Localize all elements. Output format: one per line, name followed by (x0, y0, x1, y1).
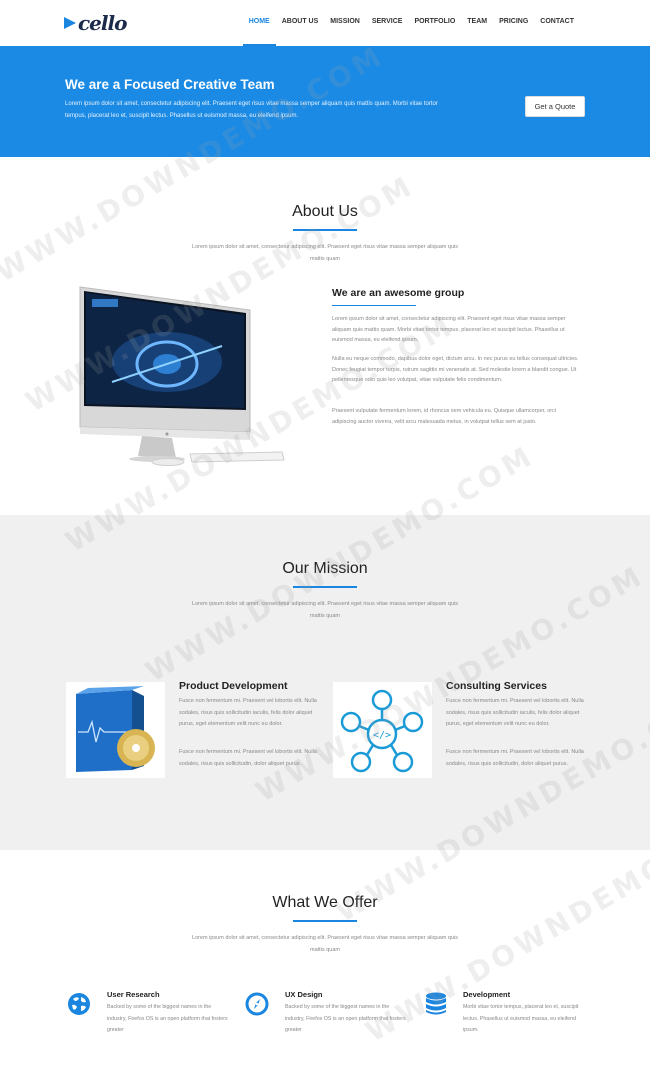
compass-icon (245, 992, 269, 1016)
about-paragraph-1: Lorem ipsum dolor sit amet, consectetur … (332, 316, 566, 343)
logo[interactable]: cello (64, 11, 127, 35)
mission-card-1-text-1: Fusce non fermentum mi. Praesent vel lob… (179, 698, 317, 727)
offer-3-text: Morbi vitae tortor tempus, placerat leo … (463, 1004, 579, 1033)
mission-card-1-text-2: Fusce non fermentum mi. Praesent vel lob… (179, 749, 317, 767)
mission-card-2-text-2: Fusce non fermentum mi. Praesent vel lob… (446, 749, 584, 767)
get-quote-button[interactable]: Get a Quote (525, 96, 585, 117)
mission-card-1-title: Product Development (179, 680, 288, 692)
mission-card-2-title: Consulting Services (446, 680, 547, 692)
nav-pricing[interactable]: PRICING (493, 0, 534, 46)
logo-mark-icon (64, 17, 76, 29)
about-title: About Us (292, 203, 358, 220)
about-heading: We are an awesome group (332, 287, 465, 299)
database-icon (424, 992, 448, 1016)
mission-subtitle: Lorem ipsum dolor sit amet, consectetur … (192, 601, 458, 619)
software-box-image (66, 682, 165, 778)
hero-banner: We are a Focused Creative Team Lorem ips… (0, 46, 650, 157)
globe-icon (67, 992, 91, 1016)
nav-portfolio[interactable]: PORTFOLIO (408, 0, 461, 46)
about-paragraph-2: Nulla eu neque commodo, dapibus dolor eg… (332, 356, 579, 383)
nav-menu: HOME ABOUT US MISSION SERVICE PORTFOLIO … (242, 0, 580, 46)
mission-card-2-text-1: Fusce non fermentum mi. Praesent vel lob… (446, 698, 584, 727)
about-paragraph-3: Praesent vulputate fermentum lorem, id r… (332, 408, 557, 425)
nav-service[interactable]: SERVICE (366, 0, 409, 46)
consulting-diagram-image: </> (333, 682, 432, 778)
offer-title-underline (293, 920, 357, 922)
offer-1-title: User Research (107, 990, 160, 999)
imac-image (72, 282, 287, 467)
top-navbar: cello HOME ABOUT US MISSION SERVICE PORT… (0, 0, 650, 46)
nav-home[interactable]: HOME (242, 0, 276, 46)
about-heading-underline (332, 305, 416, 306)
offer-2-title: UX Design (285, 990, 323, 999)
hero-text: Lorem ipsum dolor sit amet, consectetur … (65, 101, 438, 119)
offer-subtitle: Lorem ipsum dolor sit amet, consectetur … (192, 935, 458, 953)
nav-about[interactable]: ABOUT US (276, 0, 325, 46)
nav-team[interactable]: TEAM (461, 0, 493, 46)
offer-title: What We Offer (272, 894, 378, 911)
about-title-underline (293, 229, 357, 231)
hero-title: We are a Focused Creative Team (65, 77, 275, 92)
offer-2-text: Backed by some of the biggest names in t… (285, 1004, 406, 1033)
about-subtitle: Lorem ipsum dolor sit amet, consectetur … (192, 244, 458, 262)
mission-title-underline (293, 586, 357, 588)
nav-mission[interactable]: MISSION (324, 0, 366, 46)
logo-text: cello (78, 11, 127, 35)
offer-3-title: Development (463, 990, 511, 999)
offer-1-text: Backed by some of the biggest names in t… (107, 1004, 228, 1033)
nav-contact[interactable]: CONTACT (534, 0, 580, 46)
svg-text:</>: </> (373, 730, 391, 741)
mission-title: Our Mission (282, 560, 368, 577)
